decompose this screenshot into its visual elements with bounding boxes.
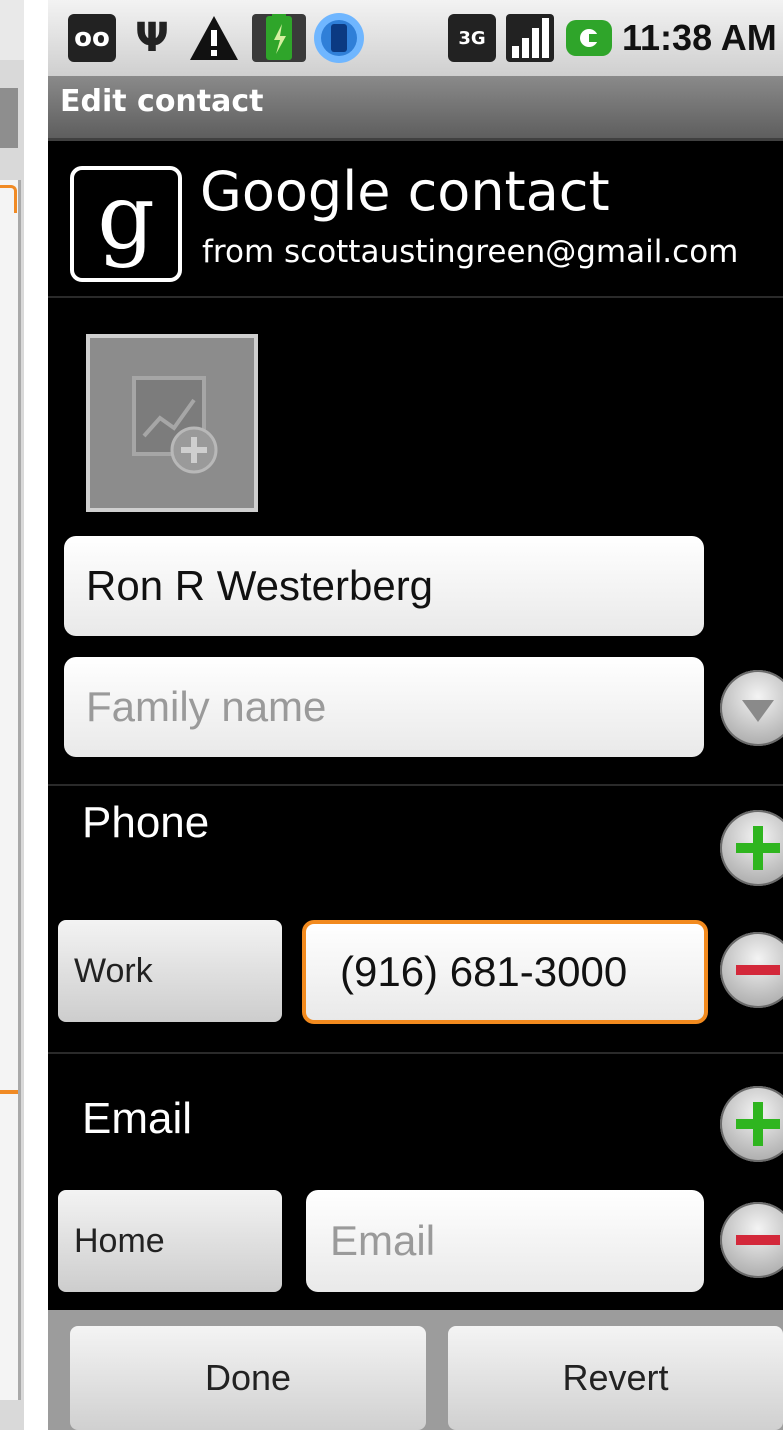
title-bar: Edit contact (48, 76, 783, 141)
add-email-button[interactable] (720, 1086, 783, 1162)
warning-icon (188, 14, 240, 62)
remove-email-button[interactable] (720, 1202, 783, 1278)
remove-phone-button[interactable] (720, 932, 783, 1008)
phone-section-label: Phone (82, 798, 210, 847)
minus-icon (736, 965, 780, 975)
expand-name-button[interactable] (720, 670, 783, 746)
minus-icon (736, 1235, 780, 1245)
screen-title: Edit contact (60, 84, 264, 119)
status-bar: oo Ψ 3G 11:38 AM (48, 0, 783, 76)
gtalk-icon (564, 14, 614, 62)
adjacent-screen-edge (0, 0, 24, 1430)
google-logo-icon: g (70, 166, 182, 282)
3g-icon: 3G (448, 14, 496, 62)
phone-number-input[interactable]: (916) 681-3000 (302, 920, 708, 1024)
plus-icon (736, 826, 780, 870)
add-phone-button[interactable] (720, 810, 783, 886)
add-photo-icon (132, 376, 218, 474)
status-time: 11:38 AM (622, 17, 777, 58)
done-button[interactable]: Done (70, 1326, 426, 1430)
plus-icon (736, 1102, 780, 1146)
account-title: Google contact (200, 160, 610, 223)
divider (48, 1052, 783, 1054)
signal-icon (506, 14, 554, 62)
phone-type-button[interactable]: Work (58, 920, 282, 1022)
account-subtitle: from scottaustingreen@gmail.com (202, 234, 739, 270)
phone-screen: oo Ψ 3G 11:38 AM Edit contact g Google c… (48, 0, 783, 1430)
divider (48, 784, 783, 786)
sync-icon (310, 13, 368, 63)
usb-icon: Ψ (135, 15, 169, 61)
given-name-input[interactable]: Ron R Westerberg (64, 536, 704, 636)
email-input[interactable]: Email (306, 1190, 704, 1292)
revert-button[interactable]: Revert (448, 1326, 783, 1430)
chevron-down-icon (742, 700, 774, 722)
email-section-label: Email (82, 1094, 193, 1143)
voicemail-icon: oo (68, 14, 116, 62)
family-name-input[interactable]: Family name (64, 657, 704, 757)
email-type-button[interactable]: Home (58, 1190, 282, 1292)
divider (48, 296, 783, 298)
battery-icon (252, 14, 306, 62)
contact-photo-button[interactable] (86, 334, 258, 512)
